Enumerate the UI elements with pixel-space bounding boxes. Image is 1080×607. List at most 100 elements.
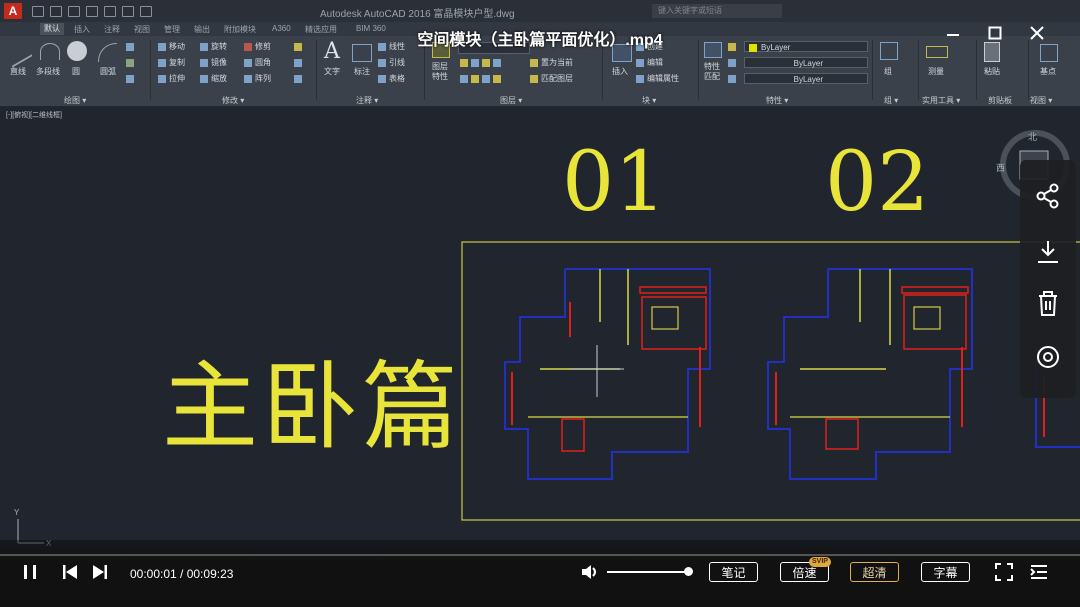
pause-icon[interactable] — [22, 564, 38, 585]
insert-block-label[interactable]: 插入 — [612, 67, 628, 77]
leader-tool[interactable]: 引线 — [378, 58, 405, 68]
array-icon — [244, 74, 252, 83]
copy-tool[interactable]: 复制 — [158, 58, 185, 68]
match-layer-icon — [530, 74, 538, 83]
floor-plan-01[interactable] — [504, 268, 711, 480]
groups-group-label[interactable]: 组 ▾ — [884, 95, 898, 106]
make-current-label: 置为当前 — [541, 58, 573, 67]
edit-attributes-label: 编辑属性 — [647, 74, 679, 83]
volume-icon[interactable] — [580, 562, 600, 587]
group-tool-label[interactable]: 组 — [884, 67, 892, 77]
side-action-panel — [1020, 160, 1076, 398]
gradient-tool-icon[interactable] — [126, 74, 137, 84]
leader-tool-label: 引线 — [389, 58, 405, 67]
stretch-icon — [158, 74, 166, 83]
quality-button[interactable]: 超清 — [850, 562, 899, 582]
edit-block-tool[interactable]: 编辑 — [636, 58, 663, 68]
make-current-tool[interactable]: 置为当前 — [530, 58, 573, 68]
maximize-icon[interactable] — [988, 26, 1002, 40]
table-icon — [378, 74, 386, 83]
line-tool-label[interactable]: 直线 — [10, 67, 26, 77]
autocad-logo[interactable]: A — [4, 3, 22, 19]
view-group-label[interactable]: 视图 ▾ — [1030, 95, 1052, 106]
mirror-tool[interactable]: 镜像 — [200, 58, 227, 68]
fillet-tool[interactable]: 圆角 — [244, 58, 271, 68]
lineweight-icon — [728, 58, 739, 68]
stretch-tool[interactable]: 拉伸 — [158, 74, 185, 84]
circle-tool-label[interactable]: 圆 — [72, 67, 80, 77]
paste-tool-label[interactable]: 粘贴 — [984, 67, 1000, 77]
block-group-label[interactable]: 块 ▾ — [642, 95, 656, 106]
offset-tool-icon[interactable] — [294, 74, 305, 84]
subtitles-button[interactable]: 字幕 — [921, 562, 970, 582]
undo-icon[interactable] — [122, 6, 134, 17]
minimize-icon[interactable] — [946, 28, 960, 42]
redo-icon[interactable] — [140, 6, 152, 17]
polyline-tool-label[interactable]: 多段线 — [36, 67, 60, 77]
scale-tool-label: 缩放 — [211, 74, 227, 83]
arc-tool-label[interactable]: 圆弧 — [100, 67, 116, 77]
draw-group-label[interactable]: 绘图 ▾ — [64, 95, 86, 106]
chapter-title: 主卧篇 — [162, 351, 462, 463]
fullscreen-icon[interactable] — [995, 563, 1013, 586]
array-tool[interactable]: 阵列 — [244, 74, 271, 84]
autocad-search-input[interactable]: 键入关键字或短语 — [652, 4, 782, 18]
compass-north-label: 北 — [1028, 132, 1037, 142]
measure-tool-label[interactable]: 测量 — [928, 67, 944, 77]
floor-plan-02[interactable] — [767, 268, 973, 480]
mirror-tool-label: 镜像 — [211, 58, 227, 67]
next-icon[interactable] — [92, 564, 108, 585]
layer-tool-icons[interactable] — [460, 58, 504, 68]
volume-slider[interactable] — [607, 571, 687, 573]
match-properties-label[interactable]: 特性匹配 — [704, 62, 726, 82]
plan-label-01: 01 — [562, 135, 667, 230]
save-icon[interactable] — [68, 6, 80, 17]
copy-icon — [158, 58, 166, 67]
edit-block-label: 编辑 — [647, 58, 663, 67]
drawing-viewport[interactable]: 北 西 Y [-][俯视][二维线框] 01 02 主卧篇 — [0, 107, 1080, 559]
open-file-icon[interactable] — [50, 6, 62, 17]
eye-icon[interactable] — [1034, 343, 1062, 371]
text-tool-label[interactable]: 文字 — [324, 67, 340, 77]
video-player-screen[interactable]: A Autodesk AutoCAD 2016 富晶模块户型.dwg 键入关键字… — [0, 0, 1080, 607]
new-file-icon[interactable] — [32, 6, 44, 17]
annotation-group-label[interactable]: 注释 ▾ — [356, 95, 378, 106]
dimension-tool-label[interactable]: 标注 — [354, 67, 370, 77]
notes-button[interactable]: 笔记 — [709, 562, 758, 582]
scale-tool[interactable]: 缩放 — [200, 74, 227, 84]
delete-icon[interactable] — [1034, 290, 1062, 318]
properties-group-label[interactable]: 特性 ▾ — [766, 95, 788, 106]
autocad-window-title: Autodesk AutoCAD 2016 富晶模块户型.dwg — [320, 9, 515, 20]
edit-attributes-icon — [636, 74, 644, 83]
ucs-y-label: Y — [14, 508, 20, 517]
clipboard-group-label[interactable]: 剪贴板 — [988, 95, 1012, 106]
close-icon[interactable] — [1030, 26, 1044, 40]
linetype-dropdown[interactable]: ByLayer — [744, 73, 868, 84]
edit-attributes-tool[interactable]: 编辑属性 — [636, 74, 679, 84]
utilities-group-label[interactable]: 实用工具 ▾ — [922, 95, 960, 106]
lineweight-dropdown[interactable]: ByLayer — [744, 57, 868, 68]
layer-tool-icons-2[interactable] — [460, 74, 504, 84]
plan-label-02: 02 — [825, 135, 930, 230]
share-icon[interactable] — [1034, 182, 1062, 210]
viewport-controls-label[interactable]: [-][俯视][二维线框] — [6, 110, 62, 120]
make-current-icon — [530, 58, 538, 67]
progress-bar[interactable] — [0, 554, 1080, 556]
layers-group-label[interactable]: 图层 ▾ — [500, 95, 522, 106]
explode-tool-icon[interactable] — [294, 58, 305, 68]
download-icon[interactable] — [1034, 238, 1062, 266]
hatch-tool-icon[interactable] — [126, 58, 137, 68]
playlist-icon[interactable] — [1030, 563, 1048, 586]
copy-tool-label: 复制 — [169, 58, 185, 67]
layer-properties-label[interactable]: 图层特性 — [432, 62, 454, 82]
leader-icon — [378, 58, 386, 67]
match-layer-tool[interactable]: 匹配图层 — [530, 74, 573, 84]
volume-slider-handle[interactable] — [684, 567, 693, 576]
base-point-label[interactable]: 基点 — [1040, 67, 1056, 77]
modify-group-label[interactable]: 修改 ▾ — [222, 95, 244, 106]
table-tool[interactable]: 表格 — [378, 74, 405, 84]
save-as-icon[interactable] — [86, 6, 98, 17]
print-icon[interactable] — [104, 6, 116, 17]
previous-icon[interactable] — [62, 564, 78, 585]
table-tool-label: 表格 — [389, 74, 405, 83]
